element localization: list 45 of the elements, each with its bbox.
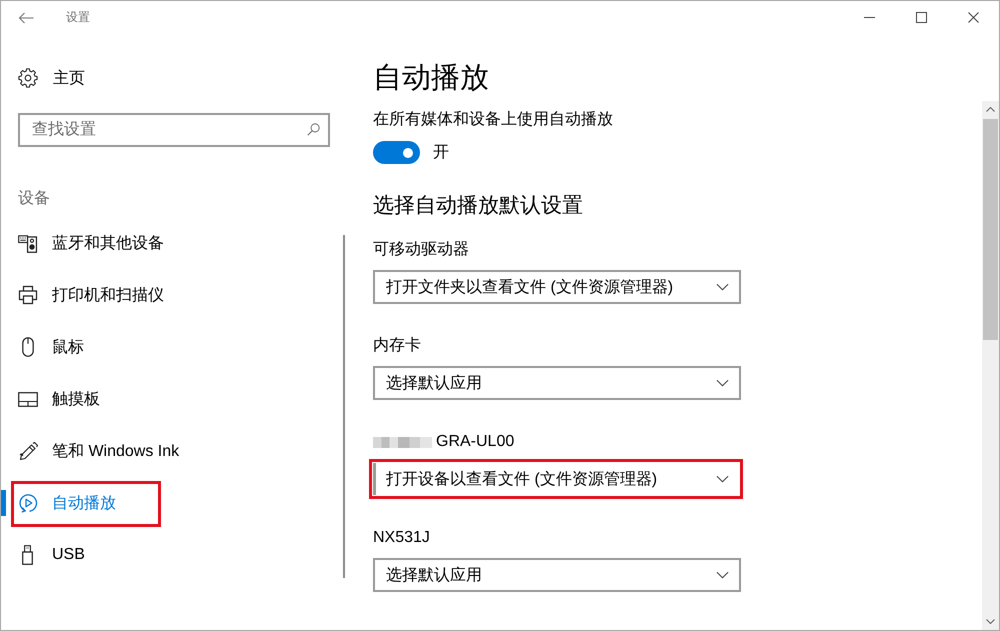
scroll-up-icon[interactable] [986,107,995,112]
search-field[interactable]: 查找设置 [18,113,330,147]
device-label: 内存卡 [373,336,421,356]
sidebar-item[interactable]: 触摸板 [1,373,343,425]
sidebar-item[interactable]: 蓝牙和其他设备 [1,217,343,269]
keyboard-speaker-icon [18,234,38,252]
pen-icon [18,441,38,461]
section-heading: 选择自动播放默认设置 [373,193,584,219]
sidebar-item[interactable]: 笔和 Windows Ink [1,425,343,477]
device-label: 可移动驱动器 [373,240,469,260]
printer-icon [18,285,38,305]
chevron-down-icon [716,571,729,579]
toggle-switch[interactable] [373,141,420,164]
sidebar-item[interactable]: USB [1,529,343,581]
window-title: 设置 [66,9,90,26]
dropdown[interactable]: 选择默认应用 [373,558,741,592]
chevron-down-icon [716,283,729,291]
dropdown[interactable]: 选择默认应用 [373,366,741,400]
scroll-down-icon[interactable] [986,619,995,624]
touchpad-icon [18,392,38,406]
search-icon [307,123,320,136]
page-title: 自动播放 [373,61,490,96]
scrollbar-thumb[interactable] [983,119,998,340]
chevron-down-icon [716,379,729,387]
minimize-icon [864,17,874,18]
sidebar-item[interactable]: 打印机和扫描仪 [1,269,343,321]
close-icon [968,12,978,23]
usb-drive-icon [22,545,33,565]
device-label: GRA-UL00 [436,432,514,452]
home-link[interactable]: 主页 [1,58,343,98]
toggle-state-label: 开 [433,142,449,162]
setting-label: 在所有媒体和设备上使用自动播放 [373,110,614,130]
section-heading: 设备 [17,189,51,209]
scrollbar[interactable] [982,101,999,630]
gear-icon [18,68,38,88]
sidebar-item[interactable]: 鼠标 [1,321,343,373]
play-circle-icon [18,493,38,513]
mouse-icon [22,337,34,357]
chevron-down-icon [716,475,729,483]
sidebar-item[interactable]: 自动播放 [1,477,343,529]
dropdown[interactable]: 打开设备以查看文件 (文件资源管理器) [369,459,743,499]
dropdown[interactable]: 打开文件夹以查看文件 (文件资源管理器) [373,270,741,304]
device-label: NX531J [373,528,430,548]
back-arrow-icon [18,12,34,24]
maximize-icon [916,12,926,23]
